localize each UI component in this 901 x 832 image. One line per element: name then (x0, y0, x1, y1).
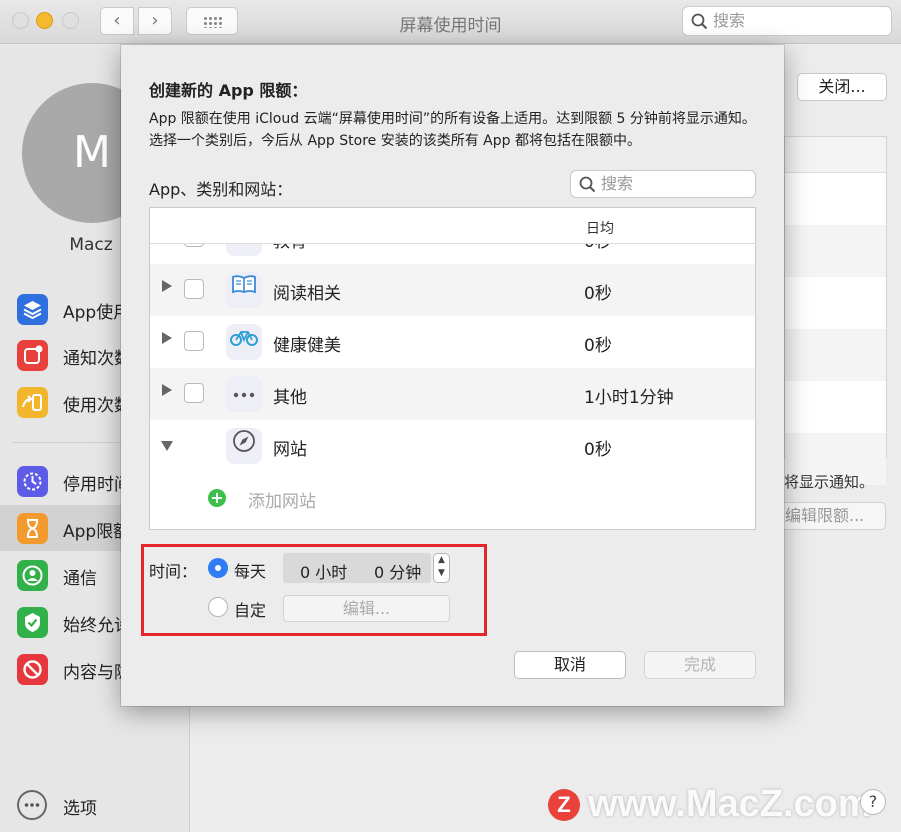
cancel-button[interactable]: 取消 (514, 651, 626, 679)
title-bar: ‹ › 屏幕使用时间 搜索 (0, 0, 901, 44)
search-icon (579, 176, 596, 193)
help-button[interactable]: ? (860, 789, 886, 815)
done-button[interactable]: 完成 (644, 651, 756, 679)
search-placeholder: 搜索 (713, 11, 746, 30)
category-name: 健康健美 (273, 336, 341, 356)
sheet-title: 创建新的 App 限额： (149, 81, 308, 100)
stack-icon (17, 294, 48, 325)
list-item[interactable]: 其他 1小时1分钟 (150, 368, 755, 420)
plus-circle-icon: + (208, 489, 226, 507)
add-website-button[interactable]: + 添加网站 (150, 472, 755, 524)
list-item[interactable]: 网站 0秒 (150, 420, 755, 472)
column-daily-avg: 日均 (586, 221, 614, 237)
disclosure-triangle-icon[interactable] (162, 280, 172, 292)
category-daily-avg: 1小时1分钟 (584, 388, 674, 408)
hourglass-icon (17, 513, 48, 544)
ellipsis-circle-icon (17, 790, 47, 820)
category-checkbox[interactable] (184, 383, 204, 403)
watermark: Zwww.MacZ.com (548, 783, 872, 827)
sheet-search-input[interactable]: 搜索 (570, 170, 756, 198)
contact-icon (17, 560, 48, 591)
disclosure-triangle-icon[interactable] (162, 332, 172, 344)
sidebar-item-label: 通信 (63, 569, 97, 589)
notification-icon (17, 340, 48, 371)
list-label: App、类别和网站： (149, 180, 293, 199)
category-name: 其他 (273, 388, 307, 408)
bicycle-icon (226, 324, 262, 360)
create-app-limit-sheet: 创建新的 App 限额： App 限额在使用 iCloud 云端“屏幕使用时间”… (121, 45, 784, 706)
category-checkbox[interactable] (184, 331, 204, 351)
watermark-text: www.MacZ.com (588, 783, 872, 825)
add-website-label: 添加网站 (248, 492, 316, 512)
disclosure-triangle-icon[interactable] (162, 384, 172, 396)
close-button[interactable]: 关闭... (797, 73, 887, 101)
list-item[interactable]: 阅读相关 0秒 (150, 264, 755, 316)
book-icon (226, 272, 262, 308)
window-search-input[interactable]: 搜索 (682, 6, 892, 36)
category-checkbox[interactable] (184, 279, 204, 299)
background-limits-table (784, 136, 887, 485)
category-daily-avg: 0秒 (584, 440, 612, 460)
category-name: 阅读相关 (273, 284, 341, 304)
block-icon (17, 654, 48, 685)
background-notice-text: 将显示通知。 (784, 473, 875, 491)
category-daily-avg: 0秒 (584, 336, 612, 356)
highlight-box (141, 544, 487, 636)
sheet-description: App 限额在使用 iCloud 云端“屏幕使用时间”的所有设备上适用。达到限额… (149, 111, 756, 149)
app-category-list[interactable]: 日均 教育 0秒 阅读相关 0秒 健康健美 (149, 207, 756, 530)
compass-icon (226, 428, 262, 464)
pickup-icon (17, 387, 48, 418)
list-item[interactable]: 健康健美 0秒 (150, 316, 755, 368)
ellipsis-icon (226, 376, 262, 412)
macz-logo-icon: Z (548, 789, 580, 821)
check-shield-icon (17, 607, 48, 638)
search-placeholder: 搜索 (601, 174, 634, 193)
edit-limit-button[interactable]: 编辑限额... (776, 502, 886, 530)
category-daily-avg: 0秒 (584, 284, 612, 304)
options-label: 选项 (63, 799, 97, 819)
search-icon (691, 13, 708, 30)
disclosure-triangle-icon[interactable] (161, 441, 173, 451)
list-column-header: 日均 (150, 208, 755, 244)
category-name: 网站 (273, 440, 307, 460)
downtime-icon (17, 466, 48, 497)
